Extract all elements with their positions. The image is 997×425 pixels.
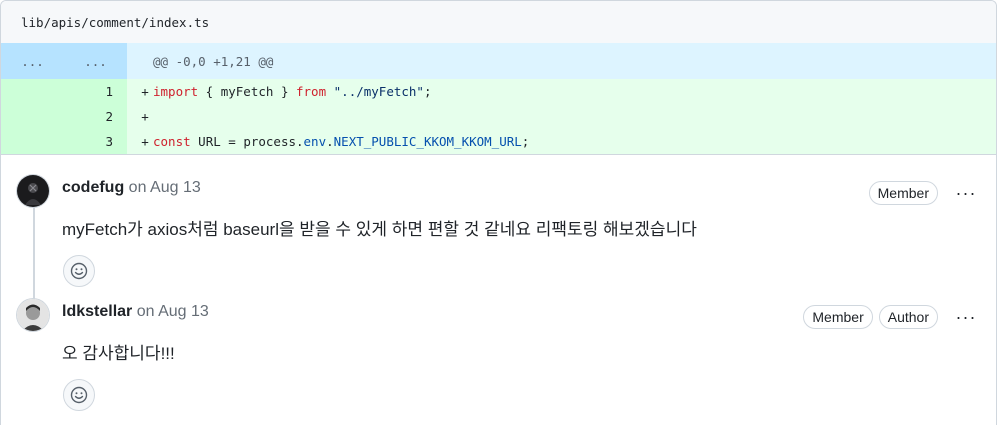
code-text: URL = process. bbox=[190, 134, 304, 149]
comment-header: codefug on Aug 13 bbox=[62, 179, 201, 197]
member-badge: Member bbox=[868, 181, 938, 205]
diff-sign: + bbox=[141, 109, 149, 124]
code-text: ; bbox=[521, 134, 530, 149]
new-line-number[interactable]: 1 bbox=[64, 79, 127, 104]
kebab-horizontal-icon[interactable]: ··· bbox=[952, 307, 980, 328]
comment-actions: Member Author ··· bbox=[803, 305, 980, 329]
keyword: import bbox=[153, 84, 199, 99]
file-path[interactable]: lib/apis/comment/index.ts bbox=[21, 15, 209, 30]
code-line: import { myFetch } from "../myFetch"; bbox=[153, 84, 431, 99]
new-line-number[interactable]: 3 bbox=[64, 129, 127, 154]
diff-line-3[interactable]: 3 + const URL = process.env.NEXT_PUBLIC_… bbox=[1, 129, 996, 154]
diff-line-2[interactable]: 2 + bbox=[1, 104, 996, 129]
code-text: ; bbox=[423, 84, 432, 99]
smiley-icon bbox=[70, 386, 88, 404]
comment-date[interactable]: on Aug 13 bbox=[137, 303, 209, 320]
code-line: const URL = process.env.NEXT_PUBLIC_KKOM… bbox=[153, 134, 529, 149]
add-reaction-button[interactable] bbox=[63, 379, 95, 411]
string-literal: "../myFetch" bbox=[333, 84, 424, 99]
comment-actions: Member ··· bbox=[868, 181, 980, 205]
expand-left[interactable]: ... bbox=[1, 43, 64, 79]
old-line-number bbox=[1, 79, 64, 104]
avatar-image bbox=[17, 299, 49, 331]
keyword: from bbox=[296, 84, 327, 99]
file-header: lib/apis/comment/index.ts bbox=[1, 1, 996, 43]
avatar[interactable] bbox=[17, 175, 49, 207]
avatar-image bbox=[17, 175, 49, 207]
smiley-icon bbox=[70, 262, 88, 280]
code-text: . bbox=[326, 134, 334, 149]
new-line-number[interactable]: 2 bbox=[64, 104, 127, 129]
file-diff-container: lib/apis/comment/index.ts ... ... @@ -0,… bbox=[0, 0, 997, 425]
author-name[interactable]: ldkstellar bbox=[62, 303, 132, 320]
avatar[interactable] bbox=[17, 299, 49, 331]
expand-right[interactable]: ... bbox=[64, 43, 127, 79]
author-name[interactable]: codefug bbox=[62, 179, 124, 196]
hunk-header: ... ... @@ -0,0 +1,21 @@ bbox=[1, 43, 996, 79]
diff-sign: + bbox=[141, 134, 149, 149]
author-badge: Author bbox=[878, 305, 938, 329]
property: env bbox=[303, 134, 327, 149]
kebab-horizontal-icon[interactable]: ··· bbox=[952, 183, 980, 204]
keyword: const bbox=[153, 134, 191, 149]
add-reaction-button[interactable] bbox=[63, 255, 95, 287]
property: NEXT_PUBLIC_KKOM_KKOM_URL bbox=[333, 134, 522, 149]
old-line-number bbox=[1, 104, 64, 129]
comment-date[interactable]: on Aug 13 bbox=[129, 179, 201, 196]
member-badge: Member bbox=[803, 305, 873, 329]
diff-table: ... ... @@ -0,0 +1,21 @@ 1 + import { my… bbox=[1, 43, 996, 155]
code-text: { myFetch } bbox=[198, 84, 296, 99]
review-thread: codefug on Aug 13 Member ··· myFetch가 ax… bbox=[1, 155, 996, 411]
hunk-range: @@ -0,0 +1,21 @@ bbox=[153, 53, 274, 69]
comment-body: myFetch가 axios처럼 baseurl을 받을 수 있게 하면 편할 … bbox=[62, 220, 697, 239]
comment-body: 오 감사합니다!!! bbox=[62, 344, 175, 363]
diff-line-1[interactable]: 1 + import { myFetch } from "../myFetch"… bbox=[1, 79, 996, 104]
diff-sign: + bbox=[141, 84, 149, 99]
comment: codefug on Aug 13 Member ··· myFetch가 ax… bbox=[1, 161, 996, 287]
comment-header: ldkstellar on Aug 13 bbox=[62, 303, 209, 321]
comment: ldkstellar on Aug 13 Member Author ··· 오… bbox=[1, 285, 996, 411]
old-line-number bbox=[1, 129, 64, 154]
